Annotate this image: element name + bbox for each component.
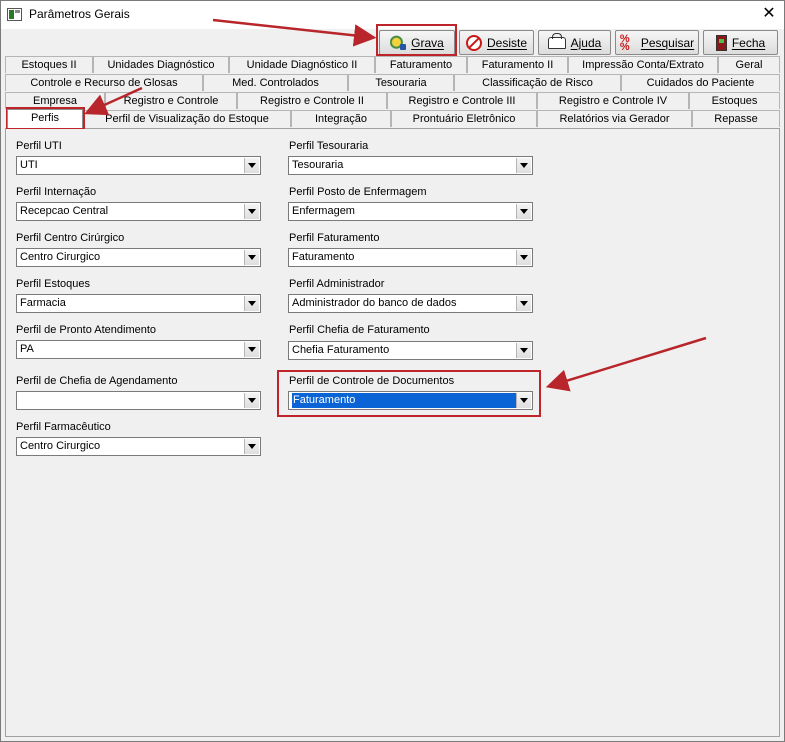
grava-button[interactable]: Grava (379, 30, 455, 55)
exit-door-icon (715, 34, 727, 51)
perfil-faturamento-label: Perfil Faturamento (289, 232, 380, 244)
tab-faturamento-ii[interactable]: Faturamento II (467, 56, 568, 73)
perfil-centro-cirurgico-label: Perfil Centro Cirúrgico (16, 232, 125, 244)
perfil-chefia-faturamento-combo[interactable]: Chefia Faturamento (288, 341, 533, 360)
tab-registro-controle-iii[interactable]: Registro e Controle III (387, 92, 537, 109)
pesquisar-button[interactable]: %% Pesquisar (615, 30, 699, 55)
fecha-label: Fecha (731, 35, 766, 50)
window-title: Parâmetros Gerais (29, 7, 130, 21)
perfil-chefia-faturamento-label: Perfil Chefia de Faturamento (289, 324, 430, 336)
perfil-pronto-atendimento-combo[interactable]: PA (16, 340, 261, 359)
chevron-down-icon[interactable] (244, 296, 259, 311)
perfil-centro-cirurgico-value: Centro Cirurgico (20, 251, 101, 263)
app-icon (7, 8, 22, 21)
perfil-faturamento-value: Faturamento (292, 251, 355, 263)
perfil-controle-documentos-label: Perfil de Controle de Documentos (289, 375, 455, 387)
perfil-uti-value: UTI (20, 159, 38, 171)
chevron-down-icon[interactable] (516, 343, 531, 358)
chevron-down-icon[interactable] (244, 342, 259, 357)
tab-estoques[interactable]: Estoques (689, 92, 780, 109)
tab-estoques-ii[interactable]: Estoques II (5, 56, 93, 73)
chevron-down-icon[interactable] (516, 393, 531, 408)
perfil-administrador-combo[interactable]: Administrador do banco de dados (288, 294, 533, 313)
desiste-button[interactable]: Desiste (459, 30, 534, 55)
tab-unidade-diagnostico-ii[interactable]: Unidade Diagnóstico II (229, 56, 375, 73)
perfil-internacao-label: Perfil Internação (16, 186, 97, 198)
perfil-pronto-atendimento-label: Perfil de Pronto Atendimento (16, 324, 157, 336)
perfil-estoques-combo[interactable]: Farmacia (16, 294, 261, 313)
tab-prontuario-eletronico[interactable]: Prontuário Eletrônico (391, 110, 537, 127)
tab-relatorios-via-gerador[interactable]: Relatórios via Gerador (537, 110, 692, 127)
perfil-posto-enfermagem-label: Perfil Posto de Enfermagem (289, 186, 427, 198)
perfil-posto-enfermagem-value: Enfermagem (292, 205, 355, 217)
perfil-tesouraria-combo[interactable]: Tesouraria (288, 156, 533, 175)
chevron-down-icon[interactable] (244, 439, 259, 454)
chevron-down-icon[interactable] (516, 250, 531, 265)
perfil-chefia-agendamento-label: Perfil de Chefia de Agendamento (16, 375, 178, 387)
perfil-internacao-value: Recepcao Central (20, 205, 109, 217)
title-bar: Parâmetros Gerais ✕ (1, 1, 784, 29)
cancel-icon (465, 34, 482, 51)
perfil-posto-enfermagem-combo[interactable]: Enfermagem (288, 202, 533, 221)
close-window-button[interactable]: ✕ (755, 2, 783, 26)
save-icon (390, 34, 407, 51)
tab-perfil-visualizacao-estoque[interactable]: Perfil de Visualização do Estoque (83, 110, 291, 127)
search-percent-icon: %% (619, 32, 630, 53)
chevron-down-icon[interactable] (244, 204, 259, 219)
tab-faturamento[interactable]: Faturamento (375, 56, 467, 73)
perfil-administrador-label: Perfil Administrador (289, 278, 385, 290)
tab-perfis[interactable]: Perfis (7, 109, 83, 128)
chevron-down-icon[interactable] (244, 250, 259, 265)
fecha-button[interactable]: Fecha (703, 30, 778, 55)
tab-registro-controle-ii[interactable]: Registro e Controle II (237, 92, 387, 109)
chevron-down-icon[interactable] (244, 393, 259, 408)
tab-classificacao-risco[interactable]: Classificação de Risco (454, 74, 621, 91)
perfil-pronto-atendimento-value: PA (20, 343, 34, 355)
perfil-internacao-combo[interactable]: Recepcao Central (16, 202, 261, 221)
grava-label: Grava (411, 35, 444, 50)
tab-geral[interactable]: Geral (718, 56, 780, 73)
tab-controle-recurso-glosas[interactable]: Controle e Recurso de Glosas (5, 74, 203, 91)
chevron-down-icon[interactable] (516, 296, 531, 311)
perfil-controle-documentos-combo[interactable]: Faturamento (288, 391, 533, 410)
tab-impressao-conta-extrato[interactable]: Impressão Conta/Extrato (568, 56, 718, 73)
chevron-down-icon[interactable] (244, 158, 259, 173)
ajuda-button[interactable]: Ajuda (538, 30, 611, 55)
perfil-uti-combo[interactable]: UTI (16, 156, 261, 175)
tab-integracao[interactable]: Integração (291, 110, 391, 127)
perfil-estoques-value: Farmacia (20, 297, 66, 309)
desiste-label: Desiste (486, 35, 527, 50)
perfil-farmaceutico-label: Perfil Farmacêutico (16, 421, 111, 433)
chevron-down-icon[interactable] (516, 158, 531, 173)
perfil-faturamento-combo[interactable]: Faturamento (288, 248, 533, 267)
tab-unidades-diagnostico[interactable]: Unidades Diagnóstico (93, 56, 229, 73)
perfil-centro-cirurgico-combo[interactable]: Centro Cirurgico (16, 248, 261, 267)
perfil-administrador-value: Administrador do banco de dados (292, 297, 457, 309)
perfil-tesouraria-value: Tesouraria (292, 159, 344, 171)
parametros-gerais-window: Parâmetros Gerais ✕ Grava Desiste Ajuda … (0, 0, 785, 742)
perfil-farmaceutico-combo[interactable]: Centro Cirurgico (16, 437, 261, 456)
tab-empresa[interactable]: Empresa (5, 92, 105, 109)
perfil-uti-label: Perfil UTI (16, 140, 62, 152)
tab-registro-controle-iv[interactable]: Registro e Controle IV (537, 92, 689, 109)
tab-registro-controle[interactable]: Registro e Controle (105, 92, 237, 109)
tab-repasse[interactable]: Repasse (692, 110, 780, 127)
perfil-tesouraria-label: Perfil Tesouraria (289, 140, 369, 152)
perfil-chefia-faturamento-value: Chefia Faturamento (292, 344, 390, 356)
ajuda-label: Ajuda (570, 35, 602, 50)
chevron-down-icon[interactable] (516, 204, 531, 219)
perfil-controle-documentos-value: Faturamento (291, 392, 519, 409)
tab-med-controlados[interactable]: Med. Controlados (203, 74, 348, 91)
perfil-farmaceutico-value: Centro Cirurgico (20, 440, 101, 452)
pesquisar-label: Pesquisar (640, 35, 695, 50)
tab-tesouraria[interactable]: Tesouraria (348, 74, 454, 91)
perfil-estoques-label: Perfil Estoques (16, 278, 90, 290)
perfil-chefia-agendamento-combo[interactable] (16, 391, 261, 410)
tab-cuidados-paciente[interactable]: Cuidados do Paciente (621, 74, 780, 91)
help-icon (547, 32, 566, 49)
